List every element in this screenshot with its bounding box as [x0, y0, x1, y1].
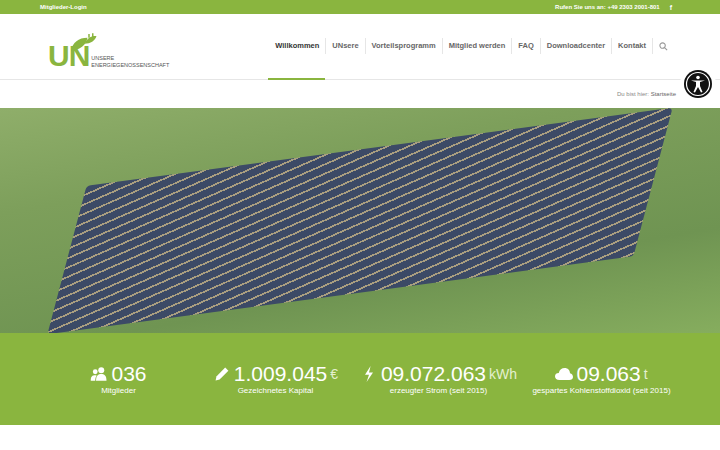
nav-item[interactable]: UNsere — [325, 14, 364, 80]
lightning-icon — [360, 366, 378, 382]
stat: 09.072.063kWherzeugter Strom (seit 2015) — [354, 362, 523, 396]
page: Mitglieder-Login Rufen Sie uns an: +49 23… — [0, 0, 720, 450]
nav-item[interactable]: Willkommen — [268, 14, 325, 80]
accessibility-button[interactable] — [680, 66, 716, 102]
pencil-icon — [213, 366, 231, 382]
leaf-plug-icon — [68, 33, 98, 53]
breadcrumb: Du bist hier: Startseite — [617, 91, 676, 97]
solar-field — [47, 108, 672, 333]
stat: 09.063tgespartes Kohlenstoffdioxid (seit… — [523, 362, 680, 396]
hero-photo — [0, 108, 720, 333]
nav-item[interactable]: Mitglied werden — [442, 14, 512, 80]
main-nav: WillkommenUNsereVorteilsprogrammMitglied… — [268, 14, 674, 79]
logo[interactable]: UNUNSEREENERGIEGENOSSENSCHAFT — [48, 14, 169, 79]
breadcrumb-bar: Du bist hier: Startseite — [0, 80, 720, 108]
phone-info: Rufen Sie uns an: +49 2303 2001-801 — [555, 4, 660, 10]
breadcrumb-link[interactable]: Startseite — [651, 91, 676, 97]
cloud-icon — [555, 366, 573, 382]
top-bar: Mitglieder-Login Rufen Sie uns an: +49 23… — [0, 0, 720, 14]
stats-band: 036Mitglieder1.009.045€Gezeichnetes Kapi… — [0, 333, 720, 425]
search-icon — [659, 42, 668, 51]
nav-item[interactable]: Vorteilsprogramm — [365, 14, 442, 80]
accessibility-icon — [683, 69, 713, 99]
header: UNUNSEREENERGIEGENOSSENSCHAFT WillkommenU… — [0, 14, 720, 80]
users-icon — [90, 366, 108, 382]
nav-item[interactable]: Downloadcenter — [540, 14, 611, 80]
page-bottom — [0, 425, 720, 450]
stat: 1.009.045€Gezeichnetes Kapital — [197, 362, 354, 396]
member-login-link[interactable]: Mitglieder-Login — [40, 4, 87, 10]
search-button[interactable] — [652, 14, 674, 80]
stat: 036Mitglieder — [40, 362, 197, 396]
nav-item[interactable]: Kontakt — [611, 14, 652, 80]
nav-item[interactable]: FAQ — [511, 14, 539, 80]
facebook-link[interactable]: f — [670, 4, 672, 11]
